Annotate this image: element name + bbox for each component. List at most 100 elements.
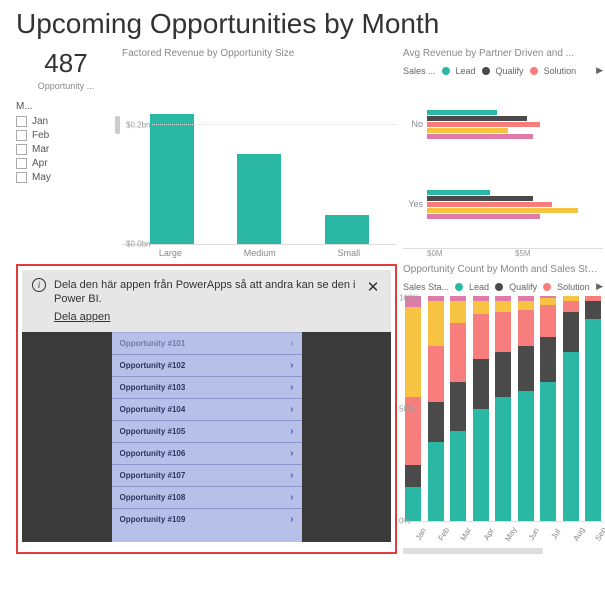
stack-seg [495,301,511,312]
checkbox-icon[interactable] [16,158,27,169]
item-label: Opportunity #101 [120,339,186,348]
bar-small[interactable] [325,215,369,244]
slicer-item-mar[interactable]: Mar [16,144,116,155]
slicer-item-label: Mar [32,144,49,155]
legend-dot-icon [543,283,551,291]
stack-col[interactable] [473,296,489,521]
hbar-row-no[interactable]: No [403,110,603,139]
stack-seg [540,305,556,337]
list-item[interactable]: Opportunity #107› [112,464,302,486]
page-title: Upcoming Opportunities by Month [16,8,589,40]
chart-title: Factored Revenue by Opportunity Size [122,48,397,59]
hbar-label: Yes [403,199,425,209]
hbar-row-yes[interactable]: Yes [403,190,603,219]
list-item[interactable]: Opportunity #101› [112,332,302,354]
slicer-item-apr[interactable]: Apr [16,158,116,169]
legend: Sales ... Lead Qualify Solution ▶ [403,65,603,76]
checkbox-icon[interactable] [16,116,27,127]
y-tick: $0.2bn [126,120,150,129]
list-item[interactable]: Opportunity #104› [112,398,302,420]
opportunity-count-chart[interactable]: Opportunity Count by Month and Sales Sta… [403,264,603,554]
share-banner: i Dela den här appen från PowerApps så a… [22,270,391,332]
chevron-right-icon: › [290,514,293,525]
stack-col[interactable] [450,296,466,521]
hbar-seg [427,122,540,127]
stack-col[interactable] [540,296,556,521]
stack-col[interactable] [518,296,534,521]
close-icon[interactable]: ✕ [365,278,381,296]
legend-dot-icon [455,283,463,291]
bar-medium[interactable] [237,154,281,245]
factored-revenue-chart[interactable]: Factored Revenue by Opportunity Size $0.… [122,48,397,258]
stack-seg [518,301,534,310]
stack-seg [540,298,556,305]
item-label: Opportunity #105 [120,427,186,436]
chart-title: Opportunity Count by Month and Sales Sta… [403,264,603,275]
stack-seg [473,359,489,409]
legend-label: Qualify [509,282,537,292]
list-item[interactable]: Opportunity #109 › [112,508,302,530]
kpi-value: 487 [16,48,116,79]
stack-col[interactable] [495,296,511,521]
y-tick: 100% [399,294,419,303]
scrollbar-thumb[interactable] [115,116,120,134]
stack-seg [518,310,534,346]
chevron-right-icon: › [290,470,293,481]
stack-seg [428,301,444,346]
chevron-right-icon: › [290,382,293,393]
slicer-item-may[interactable]: May [16,172,116,183]
x-label: May [503,525,519,543]
chevron-right-icon: › [290,404,293,415]
stack-col[interactable] [563,296,579,521]
stack-seg [540,337,556,382]
x-label: Jun [526,525,542,543]
stack-seg [450,323,466,382]
stack-seg [585,319,601,522]
item-label: Opportunity #108 [120,493,186,502]
chart-scrollbar[interactable] [403,548,543,554]
x-label: Large [159,248,182,258]
chevron-right-icon: › [290,448,293,459]
avg-revenue-chart[interactable]: Avg Revenue by Partner Driven and ... Sa… [403,48,603,258]
stack-seg [428,402,444,443]
slicer-item-feb[interactable]: Feb [16,130,116,141]
bar-large[interactable] [150,114,194,244]
opportunity-list[interactable]: Opportunity #101› Opportunity #102› Oppo… [112,332,302,542]
list-item[interactable]: Opportunity #108› [112,486,302,508]
legend-dot-icon [482,67,490,75]
hbar-seg [427,214,540,219]
list-item[interactable]: Opportunity #103› [112,376,302,398]
stack-seg [473,409,489,522]
legend-dot-icon [495,283,503,291]
legend-more-icon[interactable]: ▶ [596,65,603,76]
legend-field: Sales ... [403,66,436,76]
chevron-right-icon: › [290,360,293,371]
kpi-label: Opportunity ... [16,81,116,91]
stack-col[interactable] [585,296,601,521]
stack-seg [495,397,511,521]
hbar-seg [427,116,527,121]
checkbox-icon[interactable] [16,172,27,183]
list-item[interactable]: Opportunity #102 › [112,354,302,376]
x-label: Jan [413,525,429,543]
gridline [152,124,397,125]
info-icon: i [32,278,46,292]
checkbox-icon[interactable] [16,130,27,141]
legend-more-icon[interactable]: ▶ [596,281,603,292]
slicer-item-jan[interactable]: Jan [16,116,116,127]
stack-seg [428,346,444,402]
checkbox-icon[interactable] [16,144,27,155]
legend: Sales Sta... Lead Qualify Solution ▶ [403,281,603,292]
stack-col[interactable] [428,296,444,521]
legend-field: Sales Sta... [403,282,449,292]
item-label: Opportunity #102 [120,361,186,370]
hbar-seg [427,110,497,115]
share-app-link[interactable]: Dela appen [54,310,110,324]
list-item[interactable]: Opportunity #105› [112,420,302,442]
legend-label: Solution [557,282,590,292]
stack-seg [405,307,421,397]
item-label: Opportunity #109 [120,515,186,524]
list-item[interactable]: Opportunity #106› [112,442,302,464]
slicer-item-label: May [32,172,51,183]
stack-seg [563,352,579,521]
